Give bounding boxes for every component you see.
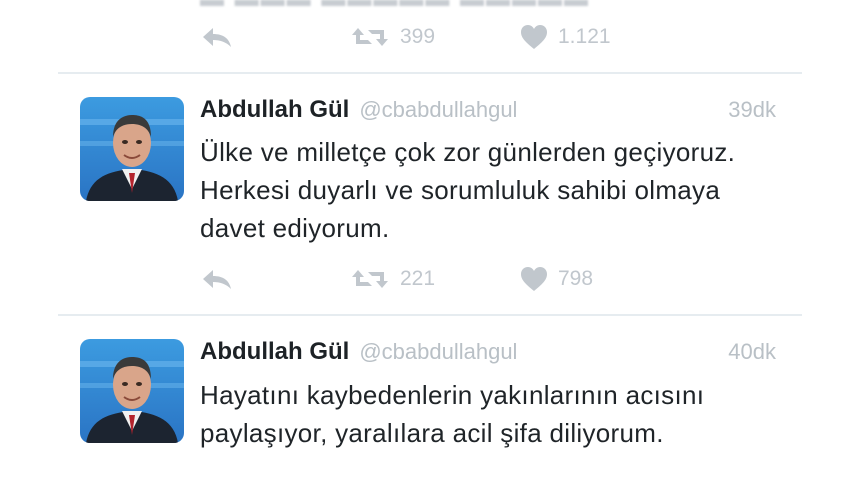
retweet-button[interactable]: 399: [350, 22, 520, 52]
tweet-divider: [58, 314, 802, 316]
reply-button[interactable]: [200, 264, 350, 294]
previous-tweet-actions: 399 1.121: [200, 22, 670, 52]
timestamp[interactable]: 39dk: [728, 97, 776, 123]
retweet-count: 399: [400, 25, 436, 48]
display-name[interactable]: Abdullah Gül: [200, 96, 349, 124]
display-name[interactable]: Abdullah Gül: [200, 338, 349, 366]
retweet-icon: [350, 24, 390, 50]
tweet-divider: [58, 72, 802, 74]
avatar[interactable]: [80, 97, 184, 201]
tweet-header: Abdullah Gül @cbabdullahgul 40dk: [200, 338, 776, 370]
like-button[interactable]: 798: [520, 264, 670, 294]
tweet-feed: ▬ ▬▬▬ ▬▬▬▬▬ ▬▬▬▬▬ 399 1.121: [0, 0, 860, 480]
heart-icon: [520, 24, 548, 50]
avatar[interactable]: [80, 339, 184, 443]
user-handle[interactable]: @cbabdullahgul: [359, 339, 517, 365]
timestamp[interactable]: 40dk: [728, 339, 776, 365]
reply-icon: [200, 267, 234, 291]
retweet-icon: [350, 266, 390, 292]
heart-icon: [520, 266, 548, 292]
tweet-text: Hayatını kaybedenlerin yakınlarının acıs…: [200, 380, 705, 448]
reply-button[interactable]: [200, 22, 350, 52]
retweet-button[interactable]: 221: [350, 264, 520, 294]
previous-tweet-text-cut: ▬ ▬▬▬ ▬▬▬▬▬ ▬▬▬▬▬: [200, 0, 620, 6]
reply-icon: [200, 25, 234, 49]
tweet-text: Ülke ve milletçe çok zor günlerden geçiy…: [200, 137, 736, 243]
like-button[interactable]: 1.121: [520, 22, 670, 52]
like-count: 1.121: [558, 25, 611, 48]
tweet-actions: 221 798: [200, 264, 670, 294]
like-count: 798: [558, 267, 594, 290]
tweet-header: Abdullah Gül @cbabdullahgul 39dk: [200, 96, 776, 128]
user-handle[interactable]: @cbabdullahgul: [359, 97, 517, 123]
retweet-count: 221: [400, 267, 436, 290]
